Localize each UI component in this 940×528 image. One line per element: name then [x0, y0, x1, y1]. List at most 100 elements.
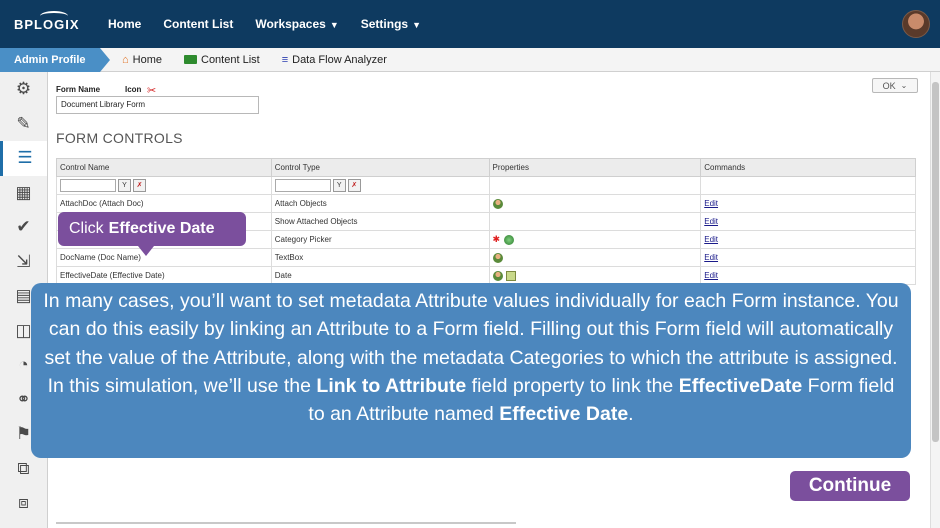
nav-content-list-label: Content List — [163, 17, 234, 31]
nav-workspaces-label: Workspaces — [255, 17, 326, 31]
nav-home-label: Home — [108, 17, 142, 31]
row-control-type: Attach Objects — [270, 194, 490, 213]
admin-profile-tab[interactable]: Admin Profile — [0, 47, 110, 72]
vertical-scrollbar[interactable] — [930, 72, 940, 528]
info-bold-effective-date: Effective Date — [499, 403, 629, 426]
content-divider — [56, 522, 516, 524]
row-commands: Edit — [700, 266, 916, 285]
row-control-name[interactable]: AttachDoc (Attach Doc) — [56, 194, 272, 213]
filter-cell-properties — [488, 176, 702, 195]
row-properties — [488, 266, 702, 285]
continue-button-label: Continue — [808, 475, 892, 496]
row-commands: Edit — [700, 230, 916, 249]
edit-property-icon — [505, 270, 516, 281]
row-commands: Edit — [700, 248, 916, 267]
edit-link[interactable]: Edit — [704, 253, 718, 262]
download-icon[interactable]: ⇲ — [0, 245, 47, 280]
filter-cell-commands — [700, 176, 916, 195]
filter-cell-type: Y ✗ — [270, 176, 490, 195]
table-icon[interactable]: ▦ — [0, 176, 47, 211]
edit-link[interactable]: Edit — [704, 235, 718, 244]
table-row-effective-date[interactable]: EffectiveDate (Effective Date) Date Edit — [56, 266, 916, 285]
table-row[interactable]: AttachDoc (Attach Doc) Attach Objects Ed… — [56, 194, 916, 213]
nav-settings-label: Settings — [360, 17, 409, 31]
nav-workspaces[interactable]: Workspaces ▼ — [255, 17, 338, 31]
grid-filter-row: Y ✗ Y ✗ — [56, 176, 916, 195]
check-icon[interactable]: ✔ — [0, 210, 47, 245]
database-icon: ≡ — [281, 53, 289, 66]
edit-icon[interactable]: ✎ — [0, 107, 47, 142]
crumb-content-list-label: Content List — [201, 53, 260, 66]
col-commands[interactable]: Commands — [700, 158, 916, 177]
crumb-content-list[interactable]: Content List — [184, 54, 260, 66]
ok-button[interactable]: OK ⌄ — [872, 78, 918, 93]
crumb-data-flow-analyzer[interactable]: ≡ Data Flow Analyzer — [282, 54, 387, 66]
caret-down-icon: ▼ — [412, 20, 422, 30]
filter-cell-name: Y ✗ — [56, 176, 272, 195]
row-control-type: Date — [270, 266, 490, 285]
edit-link[interactable]: Edit — [704, 217, 718, 226]
edit-link[interactable]: Edit — [704, 199, 718, 208]
ok-button-label: OK — [882, 80, 896, 91]
click-hint-callout: Click Effective Date — [58, 212, 246, 256]
globe-icon — [504, 234, 515, 245]
clone-icon[interactable]: ⧈ — [0, 486, 47, 521]
form-name-input[interactable]: Document Library Form — [56, 96, 259, 114]
info-bold-link-to-attribute: Link to Attribute — [316, 374, 467, 397]
user-property-icon — [492, 198, 503, 209]
breadcrumb-bar: Admin Profile ⌂ Home Content List ≡ Data… — [0, 47, 940, 72]
user-avatar[interactable] — [902, 10, 930, 38]
row-commands: Edit — [700, 212, 916, 231]
row-properties — [488, 248, 702, 267]
folder-icon — [184, 55, 197, 64]
col-control-name[interactable]: Control Name — [56, 158, 272, 177]
row-properties — [488, 212, 702, 231]
col-control-type[interactable]: Control Type — [270, 158, 490, 177]
col-properties[interactable]: Properties — [488, 158, 702, 177]
row-control-type: Category Picker — [270, 230, 490, 249]
control-name-filter-input[interactable] — [60, 179, 116, 192]
required-icon: ✱ — [492, 234, 501, 244]
grid-header-row: Control Name Control Type Properties Com… — [56, 158, 916, 177]
callout-prefix: Click — [69, 220, 104, 237]
row-control-name[interactable]: EffectiveDate (Effective Date) — [56, 266, 272, 285]
crumb-home-label: Home — [132, 53, 162, 66]
row-control-type: TextBox — [270, 248, 490, 267]
form-controls-title: FORM CONTROLS — [56, 130, 183, 146]
nav-content-list[interactable]: Content List — [163, 17, 233, 31]
icon-label: Icon — [125, 85, 142, 94]
logo-arc — [40, 10, 68, 21]
home-icon: ⌂ — [122, 53, 129, 66]
filter-icon[interactable]: Y — [118, 179, 131, 192]
filter-icon[interactable]: Y — [332, 179, 346, 192]
row-commands: Edit — [700, 194, 916, 213]
info-text-4: . — [628, 403, 634, 426]
user-property-icon — [492, 252, 503, 263]
row-control-name[interactable]: DocName (Doc Name) — [56, 248, 272, 267]
callout-target: Effective Date — [108, 220, 215, 237]
continue-button[interactable]: Continue — [790, 471, 910, 501]
instruction-panel: In many cases, you’ll want to set metada… — [31, 283, 911, 458]
crumb-home[interactable]: ⌂ Home — [122, 54, 162, 66]
clear-filter-icon[interactable]: ✗ — [347, 179, 361, 192]
top-navigation-bar: BPLOGIX Home Content List Workspaces ▼ Se… — [0, 0, 940, 48]
bplogix-logo[interactable]: BPLOGIX — [0, 10, 100, 32]
list-icon[interactable]: ☰ — [0, 141, 47, 176]
row-properties: ✱ — [488, 230, 702, 249]
chevron-down-icon: ⌄ — [900, 81, 908, 90]
table-row[interactable]: DocName (Doc Name) TextBox Edit — [56, 248, 916, 267]
form-name-label: Form Name — [56, 85, 101, 94]
nav-home[interactable]: Home — [108, 17, 141, 31]
crumb-data-flow-analyzer-label: Data Flow Analyzer — [292, 53, 387, 66]
gears-icon[interactable]: ⚙ — [0, 72, 47, 107]
nav-settings[interactable]: Settings ▼ — [361, 17, 421, 31]
clear-filter-icon[interactable]: ✗ — [133, 179, 146, 192]
scrollbar-thumb[interactable] — [932, 82, 939, 442]
control-type-filter-input[interactable] — [274, 179, 331, 192]
caret-down-icon: ▼ — [329, 20, 339, 30]
admin-profile-label: Admin Profile — [14, 53, 86, 66]
info-bold-effectivedate: EffectiveDate — [678, 374, 803, 397]
edit-link[interactable]: Edit — [704, 271, 718, 280]
row-properties — [488, 194, 702, 213]
info-text-2: field property to link the — [466, 374, 679, 397]
